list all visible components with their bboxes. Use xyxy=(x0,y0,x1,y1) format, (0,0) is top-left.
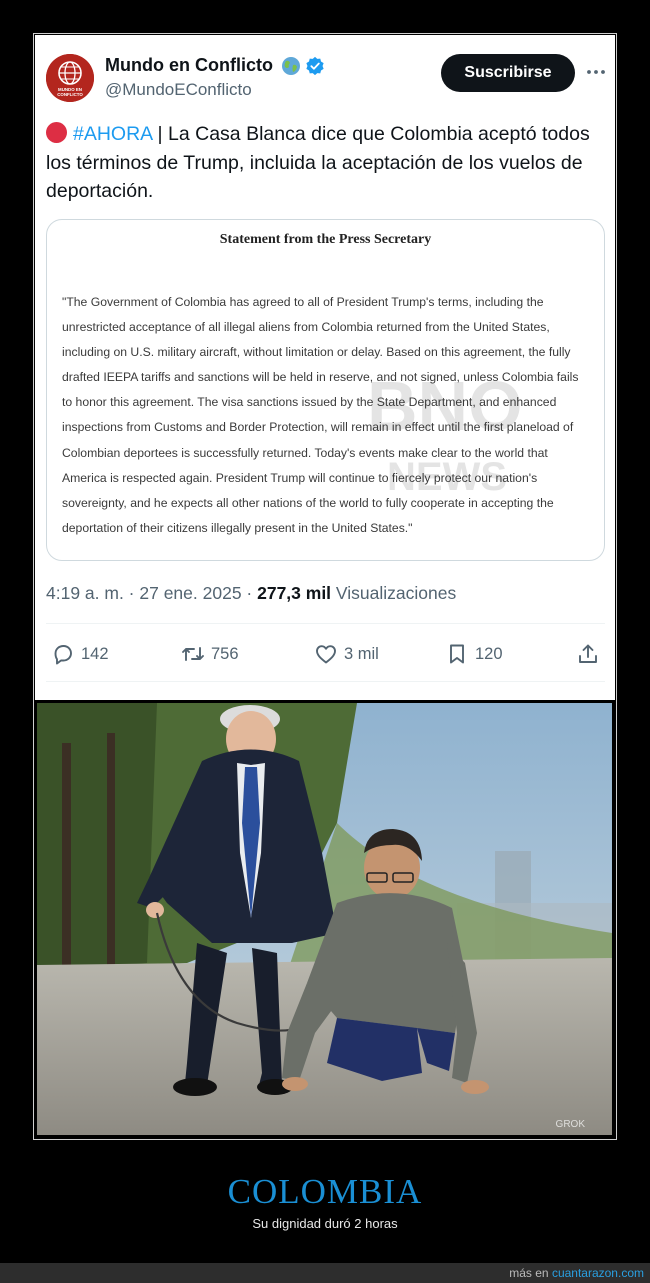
bookmark-button[interactable]: 120 xyxy=(445,638,503,670)
author-handle[interactable]: @MundoEConflicto xyxy=(105,80,252,100)
action-bar: 142 756 3 mil 120 xyxy=(35,638,615,670)
share-button[interactable] xyxy=(576,638,606,670)
reply-icon xyxy=(54,645,72,665)
like-count: 3 mil xyxy=(344,644,379,663)
statement-body: "The Government of Colombia has agreed t… xyxy=(62,290,597,541)
more-options-icon[interactable] xyxy=(585,61,607,83)
bookmark-icon xyxy=(450,644,464,664)
statement-image[interactable]: Statement from the Press Secretary BNO N… xyxy=(46,219,605,561)
bookmark-count: 120 xyxy=(475,644,503,663)
like-button[interactable]: 3 mil xyxy=(314,638,379,670)
tweet-card: MUNDO EN CONFLICTO Mundo en Conflicto @M… xyxy=(35,35,615,700)
statement-line: to honor this agreement. The visa sancti… xyxy=(62,395,557,410)
statement-line: including on U.S. military aircraft, wit… xyxy=(62,345,571,360)
divider xyxy=(46,681,605,682)
statement-line: America is respected again. President Tr… xyxy=(62,470,538,485)
statement-line: drafted IEEPA tariffs and sanctions will… xyxy=(62,370,579,385)
caption-title: COLOMBIA xyxy=(227,1172,423,1211)
statement-line: sovereignty, and he expects all other na… xyxy=(62,495,554,510)
statement-line: "The Government of Colombia has agreed t… xyxy=(62,295,544,309)
verified-badge-icon xyxy=(306,56,324,76)
reply-count: 142 xyxy=(81,644,109,663)
views-count: 277,3 mil xyxy=(257,583,332,603)
share-icon xyxy=(579,644,597,663)
avatar-globe-logo: MUNDO EN CONFLICTO xyxy=(46,54,94,102)
author-name[interactable]: Mundo en Conflicto xyxy=(105,55,273,76)
tweet-text: #AHORA | La Casa Blanca dice que Colombi… xyxy=(46,120,606,206)
subscribe-button[interactable]: Suscribirse xyxy=(441,54,575,92)
statement-line: deportation of their citizens illegally … xyxy=(62,520,413,535)
statement-title: Statement from the Press Secretary xyxy=(219,232,432,247)
grok-watermark: GROK xyxy=(556,1119,586,1130)
reply-button[interactable]: 142 xyxy=(51,638,109,670)
red-circle-icon xyxy=(46,122,67,143)
repost-icon xyxy=(182,647,204,661)
footer-prefix: más en xyxy=(509,1266,552,1280)
repost-count: 756 xyxy=(211,644,239,663)
caption-subtitle: Su dignidad duró 2 horas xyxy=(252,1216,398,1231)
site-link[interactable]: cuantarazon.com xyxy=(552,1266,644,1280)
heart-icon xyxy=(316,645,336,664)
globe-icon xyxy=(282,57,300,75)
photo-illustration: GROK xyxy=(37,703,612,1135)
statement-line: inspections from Customs and Border Prot… xyxy=(62,420,574,435)
divider xyxy=(46,623,605,624)
post-frame: MUNDO EN CONFLICTO Mundo en Conflicto @M… xyxy=(33,33,617,1140)
timestamp[interactable]: 4:19 a. m. · 27 ene. 2025 · xyxy=(46,583,257,603)
repost-button[interactable]: 756 xyxy=(181,638,239,670)
tweet-meta: 4:19 a. m. · 27 ene. 2025 · 277,3 mil Vi… xyxy=(46,583,456,604)
statement-line: Colombian deportees is successfully retu… xyxy=(62,445,548,460)
svg-text:CONFLICTO: CONFLICTO xyxy=(57,92,83,97)
hashtag-link[interactable]: #AHORA xyxy=(73,123,152,145)
footer: más en cuantarazon.com xyxy=(509,1266,644,1280)
views-label: Visualizaciones xyxy=(331,583,457,603)
statement-line: unrestricted acceptance of all illegal a… xyxy=(62,320,550,335)
meme-photo: GROK xyxy=(37,703,612,1135)
avatar[interactable]: MUNDO EN CONFLICTO xyxy=(46,54,94,102)
